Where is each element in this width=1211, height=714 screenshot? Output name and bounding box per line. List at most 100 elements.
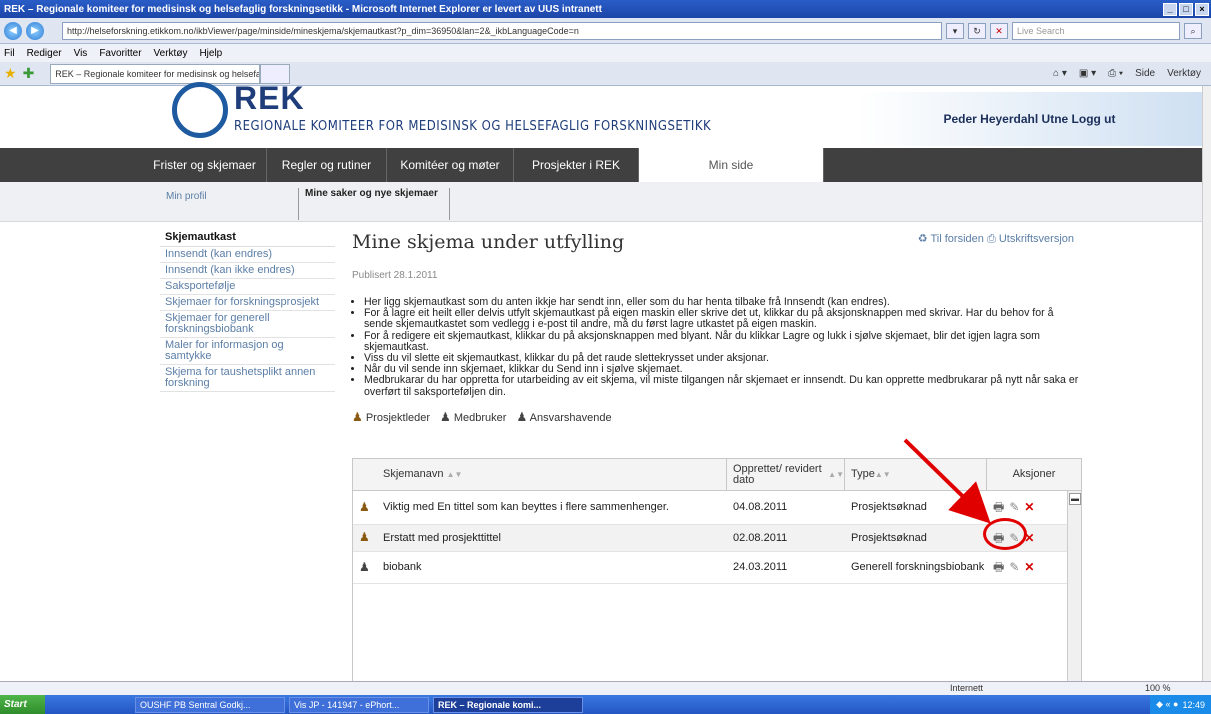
- sub-nav: Min profil Mine saker og nye skjemaer: [0, 182, 1202, 222]
- close-window-button[interactable]: ×: [1195, 2, 1209, 16]
- table-row[interactable]: ♟ Erstatt med prosjekttittel 02.08.2011 …: [353, 525, 1081, 552]
- prosjektleder-icon: ♟: [352, 409, 363, 424]
- forward-button[interactable]: ▶: [26, 21, 44, 40]
- legend-prosjektleder: Prosjektleder: [365, 411, 431, 424]
- instruction-item: Medbrukarar du har oppretta for utarbeid…: [364, 375, 1082, 398]
- page-menu[interactable]: Side: [1135, 68, 1155, 79]
- favorites-star-icon[interactable]: ★: [4, 65, 17, 82]
- table-row[interactable]: ♟ biobank 24.03.2011 Generell forsknings…: [353, 552, 1081, 584]
- tray-icon[interactable]: ◆ « ●: [1156, 699, 1178, 710]
- sidebar-heading[interactable]: Skjemautkast: [160, 228, 335, 247]
- home-link[interactable]: Til forsiden: [930, 233, 983, 245]
- delete-action-icon[interactable]: ✕: [1024, 561, 1034, 573]
- table-scrollbar[interactable]: ▬: [1067, 491, 1081, 693]
- menu-view[interactable]: Vis: [74, 48, 88, 59]
- medbruker-icon: ♟: [440, 409, 451, 424]
- back-button[interactable]: ◀: [4, 21, 22, 40]
- col-type[interactable]: Type ▲▼: [845, 459, 987, 490]
- system-tray: ◆ « ● 12:49: [1150, 695, 1211, 714]
- status-bar: Internett 100 %: [0, 681, 1211, 695]
- legend-ansvarshavende: Ansvarshavende: [529, 411, 612, 424]
- menu-tools[interactable]: Verktøy: [154, 48, 188, 59]
- col-skjemanavn[interactable]: Skjemanavn ▲▼: [353, 459, 727, 490]
- stop-icon[interactable]: ✕: [990, 22, 1008, 39]
- sidebar-item-skjemaer-biobank[interactable]: Skjemaer for generell forskningsbiobank: [160, 311, 335, 338]
- logo-text: REK: [234, 79, 305, 116]
- print-action-icon[interactable]: 🖶: [993, 561, 1004, 573]
- command-bar: ⌂ ▾ ▣ ▾ ⎙ ▾ Side Verktøy: [1053, 68, 1211, 79]
- edit-action-icon[interactable]: ✎: [1009, 501, 1019, 513]
- menu-edit[interactable]: Rediger: [27, 48, 62, 59]
- home-link-icon: ♻: [917, 233, 928, 245]
- table-row[interactable]: ♟ Viktig med En tittel som kan beyttes i…: [353, 491, 1081, 525]
- sidebar-item-maler[interactable]: Maler for informasjon og samtykke: [160, 338, 335, 365]
- menu-file[interactable]: Fil: [4, 48, 15, 59]
- clock: 12:49: [1182, 699, 1205, 710]
- row-actions: 🖶 ✎ ✕: [987, 501, 1034, 513]
- menu-favorites[interactable]: Favoritter: [99, 48, 141, 59]
- prosjektleder-icon: ♟: [359, 530, 370, 544]
- print-action-icon[interactable]: 🖶: [993, 501, 1004, 513]
- menu-bar: Fil Rediger Vis Favoritter Verktøy Hjelp: [0, 44, 1211, 62]
- start-button[interactable]: Start: [0, 695, 45, 714]
- col-dato[interactable]: Opprettet/ revidert dato ▲▼: [727, 459, 845, 490]
- draft-table: Skjemanavn ▲▼ Opprettet/ revidert dato ▲▼…: [352, 458, 1082, 694]
- address-dropdown-icon[interactable]: ▾: [946, 22, 964, 39]
- print-icon[interactable]: ⎙ ▾: [1108, 68, 1123, 79]
- printer-icon: ⎙: [986, 233, 996, 245]
- delete-action-icon[interactable]: ✕: [1024, 501, 1034, 513]
- nav-prosjekter[interactable]: Prosjekter i REK: [514, 148, 639, 182]
- scroll-up-icon[interactable]: ▬: [1069, 493, 1081, 505]
- task-rek[interactable]: REK – Regionale komi...: [433, 696, 583, 713]
- nav-frister[interactable]: Frister og skjemaer: [143, 148, 267, 182]
- table-header: Skjemanavn ▲▼ Opprettet/ revidert dato ▲▼…: [353, 459, 1081, 491]
- browser-tab[interactable]: REK – Regionale komiteer for medisinsk o…: [50, 63, 261, 84]
- ansvarshavende-icon: ♟: [359, 559, 370, 574]
- task-ephorte[interactable]: Vis JP - 141947 - ePhort...: [289, 696, 429, 713]
- sidebar-item-taushetsplikt[interactable]: Skjema for taushetsplikt annen forskning: [160, 365, 335, 392]
- live-search-input[interactable]: Live Search: [1012, 21, 1180, 40]
- feeds-icon[interactable]: ▣ ▾: [1079, 68, 1096, 79]
- nav-min-side[interactable]: Min side: [639, 148, 824, 182]
- search-icon[interactable]: ⌕: [1184, 22, 1202, 39]
- taskbar: Start OUSHF PB Sentral Godkj... Vis JP -…: [0, 695, 1211, 714]
- row-name[interactable]: Erstatt med prosjekttittel: [377, 532, 727, 544]
- main-content: Mine skjema under utfylling ♻ Til forsid…: [352, 228, 1082, 424]
- sidebar-item-skjemaer-forskningsprosjekt[interactable]: Skjemaer for forskningsprosjekt: [160, 295, 335, 311]
- task-oushf[interactable]: OUSHF PB Sentral Godkj...: [135, 696, 285, 713]
- subnav-min-profil[interactable]: Min profil: [166, 191, 207, 202]
- logo-ring-icon: [172, 82, 228, 138]
- sidebar-item-innsendt-ikke-endres[interactable]: Innsendt (kan ikke endres): [160, 263, 335, 279]
- tools-menu[interactable]: Verktøy: [1167, 68, 1201, 79]
- minimize-button[interactable]: _: [1163, 2, 1177, 16]
- rek-logo[interactable]: REK REGIONALE KOMITEER FOR MEDISINSK OG …: [172, 82, 712, 148]
- add-favorites-icon[interactable]: ✚: [23, 65, 35, 82]
- nav-komiteer[interactable]: Komitéer og møter: [387, 148, 514, 182]
- sidebar-item-innsendt-endres[interactable]: Innsendt (kan endres): [160, 247, 335, 263]
- logo-subtitle: REGIONALE KOMITEER FOR MEDISINSK OG HELS…: [234, 118, 712, 134]
- legend-medbruker: Medbruker: [453, 411, 507, 424]
- edit-action-icon[interactable]: ✎: [1009, 561, 1019, 573]
- nav-regler[interactable]: Regler og rutiner: [267, 148, 387, 182]
- address-row: ◀ ▶ http://helseforskning.etikkom.no/ikb…: [0, 18, 1211, 44]
- print-version-link[interactable]: Utskriftsversjon: [999, 233, 1074, 245]
- refresh-icon[interactable]: ↻: [968, 22, 986, 39]
- maximize-button[interactable]: □: [1179, 2, 1193, 16]
- row-name[interactable]: Viktig med En tittel som kan beyttes i f…: [377, 502, 727, 513]
- user-box: Peder Heyerdahl Utne Logg ut: [857, 92, 1202, 146]
- address-bar[interactable]: http://helseforskning.etikkom.no/ikbView…: [62, 21, 942, 40]
- row-name[interactable]: biobank: [377, 562, 727, 573]
- user-logout-link[interactable]: Peder Heyerdahl Utne Logg ut: [943, 112, 1115, 126]
- sidebar-item-saksportefolje[interactable]: Saksportefølje: [160, 279, 335, 295]
- site-header: REK REGIONALE KOMITEER FOR MEDISINSK OG …: [0, 82, 1202, 148]
- home-icon[interactable]: ⌂ ▾: [1053, 68, 1067, 79]
- main-nav: Frister og skjemaer Regler og rutiner Ko…: [0, 148, 1202, 182]
- subnav-mine-saker[interactable]: Mine saker og nye skjemaer: [298, 188, 450, 220]
- col-aksjoner: Aksjoner: [1012, 468, 1056, 480]
- role-legend: ♟ Prosjektleder ♟ Medbruker ♟ Ansvarshav…: [352, 410, 1082, 424]
- zoom-level[interactable]: 100 %: [1145, 683, 1171, 693]
- page-scrollbar[interactable]: [1202, 86, 1211, 681]
- menu-help[interactable]: Hjelp: [199, 48, 222, 59]
- window-title: REK – Regionale komiteer for medisinsk o…: [4, 3, 602, 15]
- instruction-item: For å lagre eit heilt eller delvis utfyl…: [364, 307, 1082, 330]
